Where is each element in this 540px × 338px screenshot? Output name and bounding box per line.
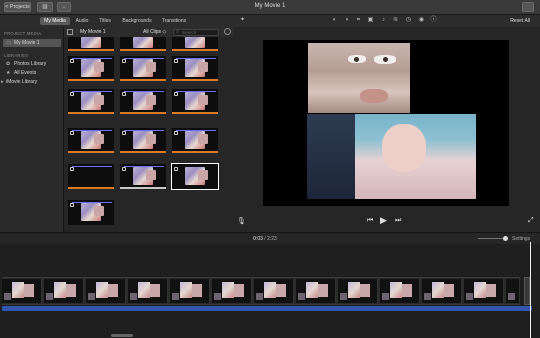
share-button[interactable] [522,2,534,12]
film-icon: ▭ [6,40,11,46]
tab-transitions[interactable]: Transitions [159,17,189,25]
media-clip[interactable] [120,37,166,51]
timecode: 0:03 / 2:23 [0,236,530,242]
media-clip[interactable] [172,56,218,81]
tab-my-media[interactable]: My Media [40,17,70,25]
photos-icon: ✿ [6,61,11,67]
timeline-frame [296,279,336,303]
stabilization-icon[interactable]: ▣ [367,17,374,24]
speed-icon[interactable]: ◷ [405,17,412,24]
media-clip[interactable] [68,56,114,81]
media-clip[interactable] [68,37,114,51]
media-clip[interactable] [120,128,166,153]
timeline-frame [170,279,210,303]
filter-icon[interactable]: ◉ [418,17,425,24]
sidebar-toggle-icon[interactable] [67,29,73,35]
libraries-header: LIBRARIES [4,53,29,58]
volume-icon[interactable]: ♪ [380,17,387,24]
sidebar-item-label: All Events [14,70,37,76]
video-track[interactable] [2,277,520,305]
timeline-frame [212,279,252,303]
timeline-settings-button[interactable]: Settings [512,236,530,242]
tab-audio[interactable]: Audio [73,17,91,25]
browser-header: My Movie 1 All Clips ◇ ⌕ Search [64,27,234,37]
playhead[interactable] [530,242,531,338]
sidebar-item-photos-library[interactable]: ✿ Photos Library [3,60,61,68]
media-clip[interactable] [68,200,114,225]
browser-settings-icon[interactable] [224,28,231,35]
imovie-window: < Projects ▥ ↓ My Movie 1 My Media Audio… [0,0,540,338]
timeline-frame [44,279,84,303]
sidebar-item-my-movie[interactable]: ▭ My Movie 1 [3,39,61,47]
noise-reduction-icon[interactable]: ≋ [392,17,399,24]
sidebar-item-all-events[interactable]: ★ All Events [3,69,61,77]
timeline[interactable] [0,244,540,338]
total-time: 2:23 [267,236,277,242]
star-icon: ★ [6,70,11,76]
libraries-sidebar: PROJECT MEDIA ▭ My Movie 1 LIBRARIES ✿ P… [0,27,64,232]
timeline-frame [464,279,504,303]
preview-canvas[interactable] [263,40,509,206]
sidebar-item-imovie-library[interactable]: ▸ iMovie Library [1,78,59,86]
skip-back-icon[interactable]: ⏮ [367,217,373,225]
fullscreen-icon[interactable]: ⤢ [528,217,534,225]
current-time: 0:03 [253,236,263,242]
zoom-slider-knob[interactable] [503,236,508,241]
disclosure-triangle-icon: ▸ [1,79,4,85]
microphone-icon[interactable]: 🎙 [237,217,246,225]
sidebar-item-label: Photos Library [14,61,47,67]
audio-track[interactable] [2,306,532,311]
media-clip[interactable] [172,89,218,114]
media-clip[interactable] [68,164,114,189]
face-photo-image [308,43,410,113]
media-clip[interactable] [172,128,218,153]
media-browser: My Movie 1 All Clips ◇ ⌕ Search [64,27,234,232]
crop-icon[interactable]: ⌗ [355,17,362,24]
timeline-frame [422,279,462,303]
title-bar: < Projects ▥ ↓ My Movie 1 [0,0,540,15]
window-title: My Movie 1 [254,3,286,9]
media-clip[interactable] [120,56,166,81]
timeline-header: 0:03 / 2:23 Settings [0,232,540,244]
search-icon: ⌕ [176,28,179,35]
adjustment-toolbar: ✦ ◐ ◑ ⌗ ▣ ♪ ≋ ◷ ◉ ⓘ Reset All [234,15,540,27]
timeline-frame [86,279,126,303]
media-clip[interactable] [68,89,114,114]
timeline-frame [2,279,42,303]
project-media-header: PROJECT MEDIA [4,31,42,36]
media-clip[interactable] [120,164,166,189]
timeline-scrollbar[interactable] [111,334,133,337]
browser-title: My Movie 1 [80,29,106,35]
clips-filter-dropdown[interactable]: All Clips ◇ [143,29,166,35]
viewer-panel: 🎙 ⏮ ▶ ⏭ ⤢ [234,27,540,232]
search-input[interactable]: ⌕ Search [173,28,219,36]
media-tabs: My Media Audio Titles Backgrounds Transi… [0,15,234,27]
timeline-frame [254,279,294,303]
timeline-frame [128,279,168,303]
media-clip[interactable] [120,89,166,114]
media-clip[interactable] [68,128,114,153]
magic-wand-icon[interactable]: ✦ [239,17,246,24]
sidebar-item-label: iMovie Library [6,79,38,85]
timeline-frame [506,279,520,303]
reset-all-button[interactable]: Reset All [510,18,530,24]
sidebar-item-label: My Movie 1 [14,40,40,46]
skip-forward-icon[interactable]: ⏭ [395,217,401,225]
color-balance-icon[interactable]: ◐ [331,17,338,24]
timeline-frame [338,279,378,303]
timeline-frame [380,279,420,303]
color-correction-icon[interactable]: ◑ [343,17,350,24]
info-icon[interactable]: ⓘ [430,17,437,24]
baby-bath-photo-image [307,114,476,199]
tab-titles[interactable]: Titles [95,17,115,25]
search-placeholder: Search [182,29,197,35]
media-clip-selected[interactable] [171,163,219,190]
tab-backgrounds[interactable]: Backgrounds [119,17,155,25]
media-clip[interactable] [172,37,218,51]
play-icon[interactable]: ▶ [380,215,387,226]
